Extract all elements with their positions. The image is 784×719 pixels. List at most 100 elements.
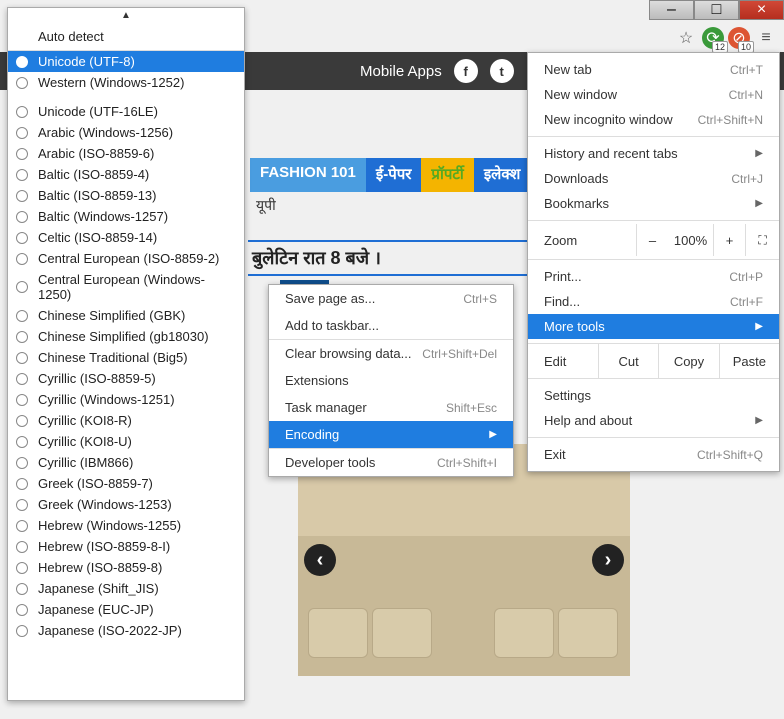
encoding-option-label: Cyrillic (KOI8-U) [38,434,132,449]
zoom-out-button[interactable]: – [636,224,668,256]
encoding-option[interactable]: Central European (ISO-8859-2) [8,248,244,269]
encoding-option-label: Cyrillic (ISO-8859-5) [38,371,156,386]
encoding-option-label: Cyrillic (KOI8-R) [38,413,132,428]
radio-icon [16,499,28,511]
carousel-prev-button[interactable]: ‹ [304,544,336,576]
submenu-save-page-as[interactable]: Save page as...Ctrl+S [269,285,513,312]
menu-settings[interactable]: Settings [528,383,779,408]
encoding-option[interactable]: Chinese Simplified (GBK) [8,305,244,326]
encoding-option[interactable]: Cyrillic (Windows-1251) [8,389,244,410]
encoding-option[interactable]: Hebrew (Windows-1255) [8,515,244,536]
hamburger-menu-icon[interactable]: ≡ [754,26,778,50]
edit-label: Edit [528,354,598,369]
menu-more-tools[interactable]: More tools▶ [528,314,779,339]
twitter-icon[interactable]: t [490,59,514,83]
encoding-option[interactable]: Cyrillic (KOI8-R) [8,410,244,431]
menu-print[interactable]: Print...Ctrl+P [528,264,779,289]
close-button[interactable]: × [739,0,784,20]
menu-label: Task manager [285,400,367,415]
encoding-option[interactable]: Greek (ISO-8859-7) [8,473,244,494]
submenu-developer-tools[interactable]: Developer toolsCtrl+Shift+I [269,449,513,476]
more-tools-submenu: Save page as...Ctrl+S Add to taskbar... … [268,284,514,477]
encoding-option[interactable]: Baltic (Windows-1257) [8,206,244,227]
submenu-add-to-taskbar[interactable]: Add to taskbar... [269,312,513,339]
encoding-option[interactable]: Arabic (ISO-8859-6) [8,143,244,164]
nav-tab-epaper[interactable]: ई-पेपर [366,158,422,192]
window-controls: – □ × [649,0,784,20]
encoding-option[interactable]: Hebrew (ISO-8859-8-I) [8,536,244,557]
minimize-button[interactable]: – [649,0,694,20]
encoding-option-label: Greek (Windows-1253) [38,497,172,512]
menu-new-window[interactable]: New windowCtrl+N [528,82,779,107]
encoding-option[interactable]: Central European (Windows-1250) [8,269,244,305]
extension-icon-2[interactable]: ⊘10 [728,27,750,49]
chrome-main-menu: New tabCtrl+T New windowCtrl+N New incog… [527,52,780,472]
fullscreen-button[interactable]: ⛶ [745,224,779,256]
scroll-up-arrow-icon[interactable]: ▲ [8,8,244,23]
radio-icon [16,352,28,364]
menu-shortcut: Ctrl+S [463,292,497,306]
edit-copy-button[interactable]: Copy [658,344,718,378]
encoding-option[interactable]: Japanese (Shift_JIS) [8,578,244,599]
encoding-option[interactable]: Japanese (ISO-2022-JP) [8,620,244,641]
mobile-apps-link[interactable]: Mobile Apps [360,63,442,80]
menu-bookmarks[interactable]: Bookmarks▶ [528,191,779,216]
encoding-option[interactable]: Chinese Simplified (gb18030) [8,326,244,347]
menu-find[interactable]: Find...Ctrl+F [528,289,779,314]
encoding-option-label: Unicode (UTF-16LE) [38,104,158,119]
encoding-option[interactable]: Baltic (ISO-8859-13) [8,185,244,206]
encoding-option[interactable]: Western (Windows-1252) [8,72,244,93]
menu-label: Help and about [544,413,632,428]
encoding-option-label: Central European (ISO-8859-2) [38,251,219,266]
radio-icon [16,127,28,139]
encoding-option[interactable]: Baltic (ISO-8859-4) [8,164,244,185]
encoding-submenu: ▲ Auto detect Unicode (UTF-8)Western (Wi… [7,7,245,701]
chevron-right-icon: ▶ [755,321,763,332]
encoding-auto-detect[interactable]: Auto detect [8,23,244,50]
encoding-option-label: Hebrew (ISO-8859-8) [38,560,162,575]
chevron-right-icon: ▶ [755,415,763,426]
nav-tab-property[interactable]: प्रॉपर्टी [421,158,473,192]
carousel-next-button[interactable]: › [592,544,624,576]
encoding-option-label: Baltic (ISO-8859-4) [38,167,149,182]
submenu-task-manager[interactable]: Task managerShift+Esc [269,394,513,421]
edit-cut-button[interactable]: Cut [598,344,658,378]
edit-paste-button[interactable]: Paste [719,344,779,378]
radio-icon [16,232,28,244]
encoding-option[interactable]: Cyrillic (KOI8-U) [8,431,244,452]
encoding-option[interactable]: Cyrillic (ISO-8859-5) [8,368,244,389]
extension-icon-1[interactable]: ⟳12 [702,27,724,49]
menu-downloads[interactable]: DownloadsCtrl+J [528,166,779,191]
radio-icon [16,77,28,89]
submenu-clear-browsing-data[interactable]: Clear browsing data...Ctrl+Shift+Del [269,340,513,367]
maximize-button[interactable]: □ [694,0,739,20]
nav-tab-election[interactable]: इलेक्श [474,158,530,192]
nav-tab-fashion[interactable]: FASHION 101 [250,158,366,192]
bookmark-star-icon[interactable]: ☆ [674,26,698,50]
radio-icon [16,541,28,553]
submenu-extensions[interactable]: Extensions [269,367,513,394]
encoding-option[interactable]: Arabic (Windows-1256) [8,122,244,143]
encoding-option[interactable]: Hebrew (ISO-8859-8) [8,557,244,578]
encoding-option[interactable]: Chinese Traditional (Big5) [8,347,244,368]
menu-label: Settings [544,388,591,403]
menu-new-incognito[interactable]: New incognito windowCtrl+Shift+N [528,107,779,132]
submenu-encoding[interactable]: Encoding▶ [269,421,513,448]
encoding-option[interactable]: Celtic (ISO-8859-14) [8,227,244,248]
encoding-option[interactable]: Unicode (UTF-16LE) [8,101,244,122]
menu-new-tab[interactable]: New tabCtrl+T [528,57,779,82]
menu-history[interactable]: History and recent tabs▶ [528,141,779,166]
menu-label: Find... [544,294,580,309]
menu-label: Developer tools [285,455,375,470]
encoding-option[interactable]: Greek (Windows-1253) [8,494,244,515]
menu-exit[interactable]: ExitCtrl+Shift+Q [528,442,779,467]
encoding-option[interactable]: Japanese (EUC-JP) [8,599,244,620]
encoding-option[interactable]: Unicode (UTF-8) [8,51,244,72]
menu-label: Extensions [285,373,349,388]
menu-help[interactable]: Help and about ▶ [528,408,779,433]
encoding-option[interactable]: Cyrillic (IBM866) [8,452,244,473]
facebook-icon[interactable]: f [454,59,478,83]
encoding-option-label: Cyrillic (Windows-1251) [38,392,175,407]
menu-label: Encoding [285,427,339,442]
zoom-in-button[interactable]: + [713,224,745,256]
